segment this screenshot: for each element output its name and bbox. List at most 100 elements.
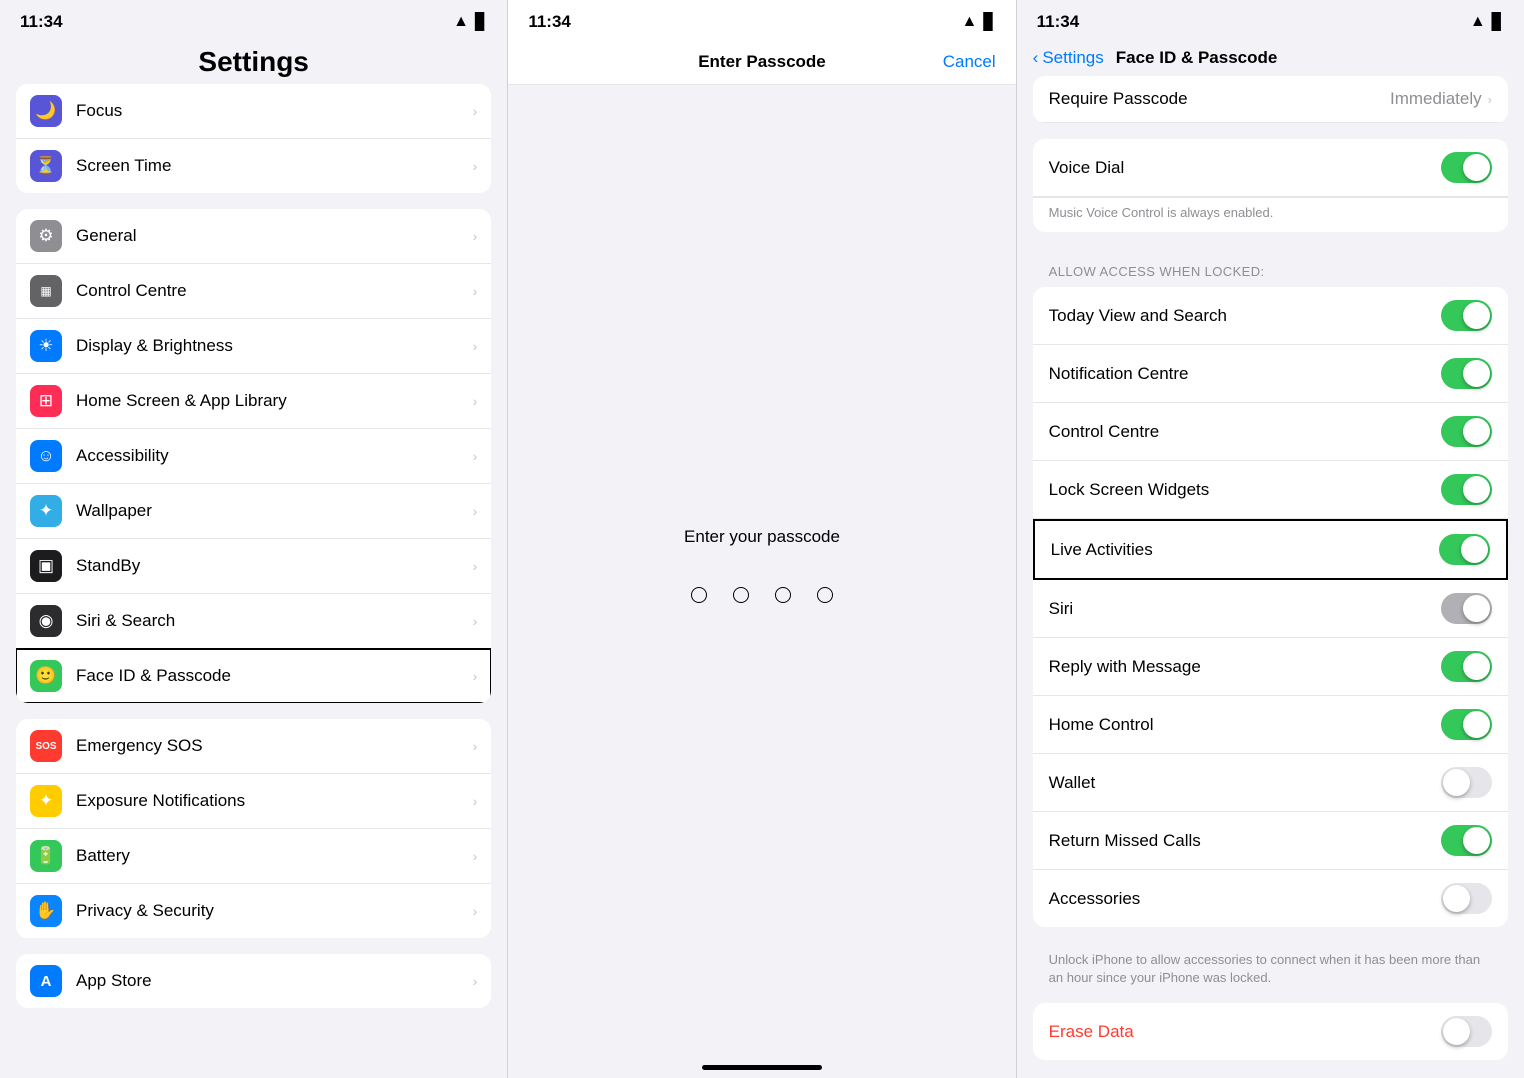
today-view-row[interactable]: Today View and Search bbox=[1033, 287, 1508, 345]
sidebar-item-privacy[interactable]: ✋ Privacy & Security › bbox=[16, 884, 491, 938]
passcode-prompt: Enter your passcode bbox=[684, 527, 840, 547]
middle-status-icons: ▲ ▊ bbox=[962, 12, 996, 32]
sidebar-item-general[interactable]: ⚙ General › bbox=[16, 209, 491, 264]
control-centre-icon: ▦ bbox=[30, 275, 62, 307]
erase-data-row[interactable]: Erase Data bbox=[1033, 1003, 1508, 1060]
lock-screen-widgets-toggle[interactable] bbox=[1441, 474, 1492, 505]
group-require-passcode: Require Passcode Immediately › bbox=[1033, 76, 1508, 123]
passcode-dot-1 bbox=[691, 587, 707, 603]
back-chevron-icon: ‹ bbox=[1033, 48, 1039, 68]
emergency-icon: SOS bbox=[30, 730, 62, 762]
focus-chevron: › bbox=[473, 103, 478, 119]
settings-title: Settings bbox=[16, 46, 491, 78]
face-id-page-title: Face ID & Passcode bbox=[1116, 48, 1278, 68]
focus-icon: 🌙 bbox=[30, 95, 62, 127]
settings-list: 🌙 Focus › ⏳ Screen Time › ⚙ General › ▦ … bbox=[0, 84, 507, 1078]
exposure-icon: ✦ bbox=[30, 785, 62, 817]
sidebar-item-control-centre[interactable]: ▦ Control Centre › bbox=[16, 264, 491, 319]
today-view-toggle[interactable] bbox=[1441, 300, 1492, 331]
appstore-icon: A bbox=[30, 965, 62, 997]
group-general: ⚙ General › ▦ Control Centre › ☀ Display… bbox=[16, 209, 491, 703]
sidebar-item-accessibility[interactable]: ☺ Accessibility › bbox=[16, 429, 491, 484]
back-button[interactable]: ‹ Settings bbox=[1033, 48, 1104, 68]
home-bar bbox=[702, 1065, 822, 1070]
reply-message-row[interactable]: Reply with Message bbox=[1033, 638, 1508, 696]
lock-screen-widgets-row[interactable]: Lock Screen Widgets bbox=[1033, 461, 1508, 519]
return-missed-calls-row[interactable]: Return Missed Calls bbox=[1033, 812, 1508, 870]
privacy-icon: ✋ bbox=[30, 895, 62, 927]
sidebar-item-siri[interactable]: ◉ Siri & Search › bbox=[16, 594, 491, 649]
sidebar-item-battery[interactable]: 🔋 Battery › bbox=[16, 829, 491, 884]
appstore-label: App Store bbox=[76, 971, 467, 991]
sidebar-item-wallpaper[interactable]: ✦ Wallpaper › bbox=[16, 484, 491, 539]
wallpaper-label: Wallpaper bbox=[76, 501, 467, 521]
erase-data-toggle[interactable] bbox=[1441, 1016, 1492, 1047]
siri-icon: ◉ bbox=[30, 605, 62, 637]
home-control-label: Home Control bbox=[1049, 715, 1154, 735]
middle-status-bar: 11:34 ▲ ▊ bbox=[508, 0, 1015, 38]
reply-message-label: Reply with Message bbox=[1049, 657, 1201, 677]
accessories-toggle[interactable] bbox=[1441, 883, 1492, 914]
standby-icon: ▣ bbox=[30, 550, 62, 582]
face-id-list: Require Passcode Immediately › Voice Dia… bbox=[1017, 76, 1524, 1078]
require-passcode-row[interactable]: Require Passcode Immediately › bbox=[1033, 76, 1508, 123]
voice-dial-row[interactable]: Voice Dial bbox=[1033, 139, 1508, 197]
sidebar-item-exposure[interactable]: ✦ Exposure Notifications › bbox=[16, 774, 491, 829]
general-label: General bbox=[76, 226, 467, 246]
accessibility-label: Accessibility bbox=[76, 446, 467, 466]
live-activities-row[interactable]: Live Activities bbox=[1033, 519, 1508, 580]
reply-message-toggle[interactable] bbox=[1441, 651, 1492, 682]
screen-time-icon: ⏳ bbox=[30, 150, 62, 182]
wallet-row[interactable]: Wallet bbox=[1033, 754, 1508, 812]
home-control-row[interactable]: Home Control bbox=[1033, 696, 1508, 754]
left-time: 11:34 bbox=[20, 12, 63, 32]
passcode-cancel-button[interactable]: Cancel bbox=[943, 52, 996, 72]
home-indicator bbox=[508, 1044, 1015, 1078]
right-time: 11:34 bbox=[1037, 12, 1080, 32]
notification-centre-toggle[interactable] bbox=[1441, 358, 1492, 389]
passcode-dot-2 bbox=[733, 587, 749, 603]
notification-centre-row[interactable]: Notification Centre bbox=[1033, 345, 1508, 403]
sidebar-item-emergency[interactable]: SOS Emergency SOS › bbox=[16, 719, 491, 774]
control-centre-locked-toggle[interactable] bbox=[1441, 416, 1492, 447]
passcode-header: Enter Passcode Cancel bbox=[508, 38, 1015, 85]
accessories-row[interactable]: Accessories bbox=[1033, 870, 1508, 927]
notification-centre-label: Notification Centre bbox=[1049, 364, 1189, 384]
sidebar-item-face-id[interactable]: 🙂 Face ID & Passcode › bbox=[16, 649, 491, 703]
general-icon: ⚙ bbox=[30, 220, 62, 252]
standby-label: StandBy bbox=[76, 556, 467, 576]
middle-time: 11:34 bbox=[528, 12, 571, 32]
accessories-label: Accessories bbox=[1049, 889, 1141, 909]
siri-locked-label: Siri bbox=[1049, 599, 1074, 619]
passcode-body: Enter your passcode bbox=[508, 85, 1015, 1044]
sidebar-item-home-screen[interactable]: ⊞ Home Screen & App Library › bbox=[16, 374, 491, 429]
require-passcode-chevron: › bbox=[1488, 92, 1492, 107]
sidebar-item-display[interactable]: ☀ Display & Brightness › bbox=[16, 319, 491, 374]
group-focus: 🌙 Focus › ⏳ Screen Time › bbox=[16, 84, 491, 193]
siri-locked-row[interactable]: Siri bbox=[1033, 580, 1508, 638]
face-id-icon: 🙂 bbox=[30, 660, 62, 692]
group-erase: Erase Data bbox=[1033, 1003, 1508, 1060]
sidebar-item-standby[interactable]: ▣ StandBy › bbox=[16, 539, 491, 594]
return-missed-calls-label: Return Missed Calls bbox=[1049, 831, 1201, 851]
face-id-header: ‹ Settings Face ID & Passcode bbox=[1017, 38, 1524, 76]
today-view-label: Today View and Search bbox=[1049, 306, 1227, 326]
voice-dial-toggle[interactable] bbox=[1441, 152, 1492, 183]
face-id-label: Face ID & Passcode bbox=[76, 666, 467, 686]
passcode-dot-3 bbox=[775, 587, 791, 603]
live-activities-toggle[interactable] bbox=[1439, 534, 1490, 565]
wallet-toggle[interactable] bbox=[1441, 767, 1492, 798]
home-control-toggle[interactable] bbox=[1441, 709, 1492, 740]
sidebar-item-focus[interactable]: 🌙 Focus › bbox=[16, 84, 491, 139]
require-passcode-value: Immediately bbox=[1390, 89, 1482, 109]
privacy-label: Privacy & Security bbox=[76, 901, 467, 921]
sidebar-item-appstore[interactable]: A App Store › bbox=[16, 954, 491, 1008]
siri-label: Siri & Search bbox=[76, 611, 467, 631]
return-missed-calls-toggle[interactable] bbox=[1441, 825, 1492, 856]
group-appstore: A App Store › bbox=[16, 954, 491, 1008]
sidebar-item-screen-time[interactable]: ⏳ Screen Time › bbox=[16, 139, 491, 193]
screen-time-label: Screen Time bbox=[76, 156, 467, 176]
siri-locked-toggle[interactable] bbox=[1441, 593, 1492, 624]
control-centre-locked-row[interactable]: Control Centre bbox=[1033, 403, 1508, 461]
right-status-bar: 11:34 ▲ ▊ bbox=[1017, 0, 1524, 38]
